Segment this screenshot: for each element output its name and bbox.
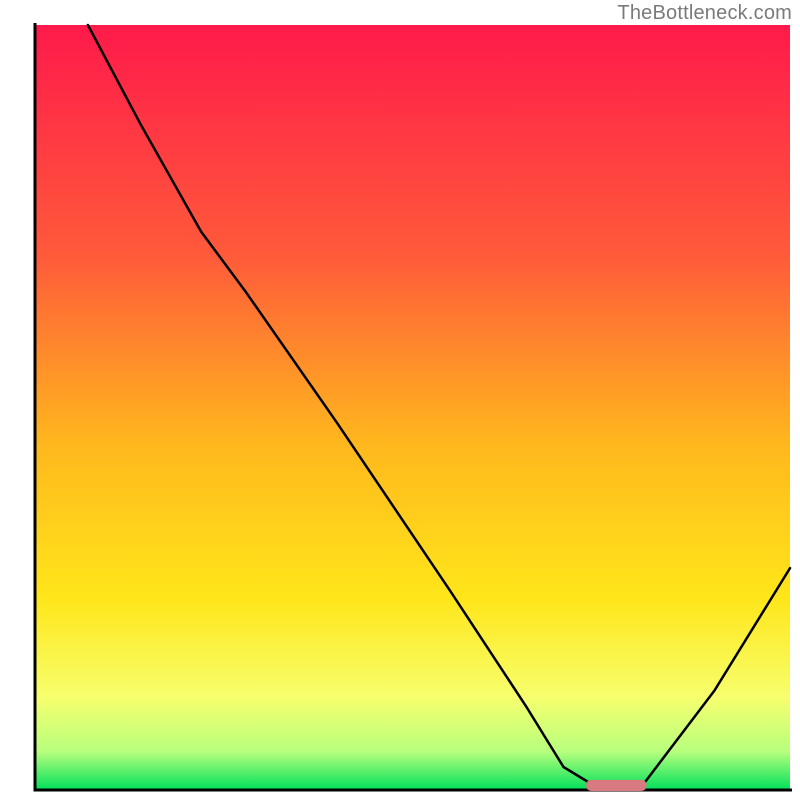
chart-svg	[0, 0, 800, 800]
chart-stage: TheBottleneck.com	[0, 0, 800, 800]
optimum-marker	[586, 780, 646, 791]
attribution-text: TheBottleneck.com	[617, 2, 792, 25]
